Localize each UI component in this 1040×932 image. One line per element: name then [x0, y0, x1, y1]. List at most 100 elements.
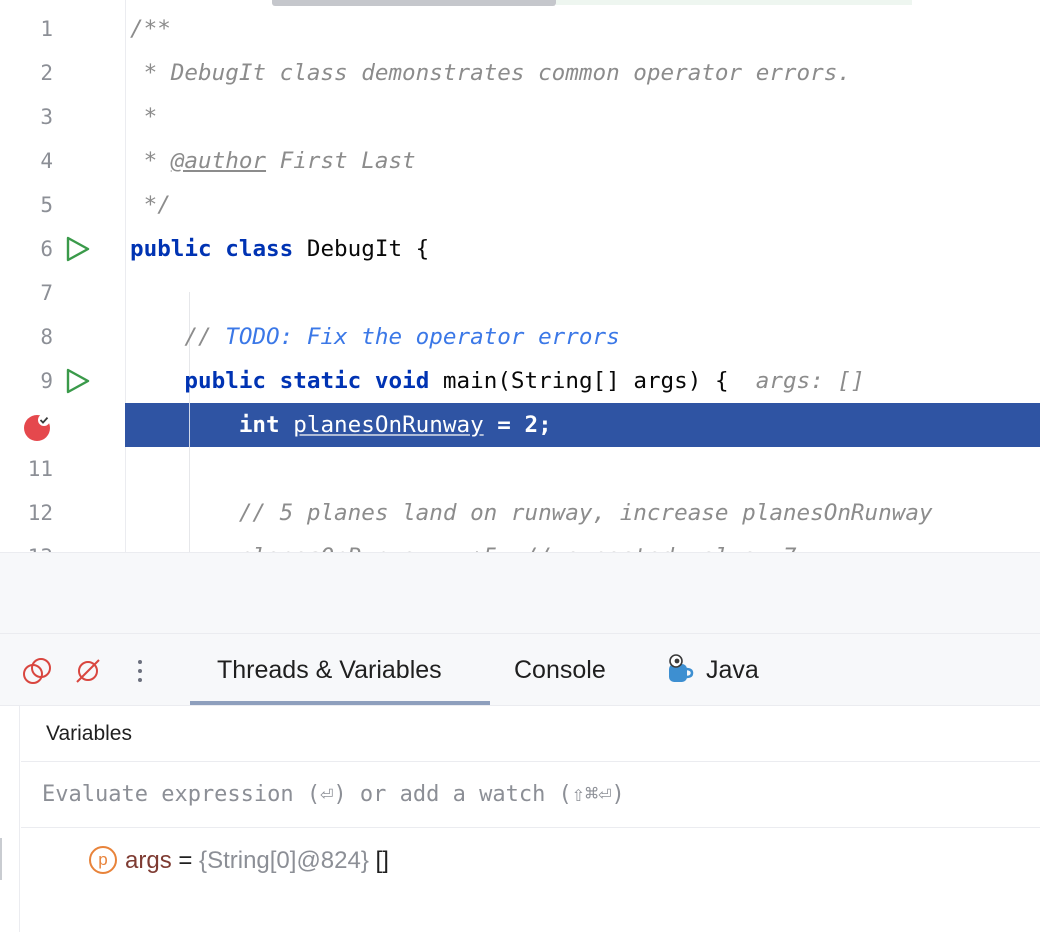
- frames-panel-edge[interactable]: [0, 706, 20, 932]
- variable-type: {String[0]@824}: [199, 847, 369, 874]
- variable-text: args = {String[0]@824} []: [125, 838, 389, 884]
- code-text[interactable]: */: [130, 183, 171, 227]
- breakpoint-icon[interactable]: [22, 412, 54, 442]
- code-token: planesOnRunway: [293, 412, 484, 438]
- line-number: 7: [40, 281, 53, 305]
- code-line[interactable]: 6 public class DebugIt {: [0, 227, 1040, 271]
- line-number: 13: [0, 535, 53, 552]
- code-text[interactable]: * @author First Last: [130, 139, 416, 183]
- code-token: TODO: Fix the operator errors: [225, 324, 620, 350]
- line-number: 6: [40, 237, 53, 261]
- code-token: *: [130, 104, 158, 130]
- java-visualizer-icon: [669, 654, 694, 682]
- code-token: DebugIt {: [293, 236, 430, 262]
- gutter[interactable]: 4: [0, 139, 125, 183]
- code-text[interactable]: // 5 planes land on runway, increase pla…: [130, 491, 933, 535]
- code-line[interactable]: 7: [0, 271, 1040, 315]
- line-number: 11: [27, 457, 53, 481]
- active-tab-indicator: [190, 701, 490, 705]
- gutter[interactable]: 3: [0, 95, 125, 139]
- code-line[interactable]: 2 * DebugIt class demonstrates common op…: [0, 51, 1040, 95]
- code-token: = 2;: [483, 412, 552, 438]
- code-line[interactable]: 3 *: [0, 95, 1040, 139]
- code-token: *: [130, 148, 171, 174]
- code-token: class: [225, 236, 294, 262]
- variable-equals: =: [171, 847, 200, 874]
- gutter[interactable]: 7: [0, 271, 125, 315]
- line-number: 9: [40, 369, 53, 393]
- code-token: // 5 planes land on runway, increase pla…: [130, 500, 933, 526]
- code-text[interactable]: /**: [130, 7, 171, 51]
- view-breakpoints-icon[interactable]: [22, 656, 52, 686]
- gutter[interactable]: 11: [0, 447, 125, 491]
- code-line-current[interactable]: int planesOnRunway = 2;: [0, 403, 1040, 447]
- tab-threads-variables[interactable]: Threads & Variables: [217, 634, 442, 706]
- code-line[interactable]: 11: [0, 447, 1040, 491]
- tab-label: Threads & Variables: [217, 656, 442, 684]
- variable-row[interactable]: p args = {String[0]@824} []: [21, 838, 1040, 884]
- code-token: First Last: [266, 148, 416, 174]
- code-text[interactable]: *: [130, 95, 158, 139]
- line-number: 12: [27, 501, 53, 525]
- code-text[interactable]: * DebugIt class demonstrates common oper…: [130, 51, 851, 95]
- code-line[interactable]: 4 * @author First Last: [0, 139, 1040, 183]
- mute-breakpoints-icon[interactable]: [73, 656, 103, 686]
- code-text[interactable]: planesOnRunway = +5; // expected value: …: [130, 535, 797, 552]
- code-token: @author: [170, 148, 267, 174]
- gutter[interactable]: 5: [0, 183, 125, 227]
- variable-value: []: [368, 847, 389, 874]
- code-line[interactable]: 5 */: [0, 183, 1040, 227]
- code-token: planesOnRunway = +5; // expected value: …: [130, 544, 797, 552]
- variable-name: args: [125, 847, 172, 874]
- code-token: main(String[] args) {: [429, 368, 756, 394]
- variables-header: Variables: [21, 706, 1040, 762]
- code-line[interactable]: 8 // TODO: Fix the operator errors: [0, 315, 1040, 359]
- code-text[interactable]: // TODO: Fix the operator errors: [130, 315, 620, 359]
- gutter[interactable]: 8: [0, 315, 125, 359]
- code-token: int: [238, 412, 280, 438]
- code-token: public: [184, 368, 267, 394]
- line-number: 4: [40, 149, 53, 173]
- code-line[interactable]: 1 /**: [0, 7, 1040, 51]
- code-token: */: [130, 192, 171, 218]
- gutter[interactable]: 12: [0, 491, 125, 535]
- line-number: 2: [40, 61, 53, 85]
- evaluate-placeholder: Evaluate expression (⏎) or add a watch (…: [42, 782, 625, 807]
- code-token: static: [279, 368, 362, 394]
- more-options-icon[interactable]: [125, 656, 155, 686]
- debug-panel-header: [0, 552, 1040, 634]
- evaluate-expression-field[interactable]: Evaluate expression (⏎) or add a watch (…: [21, 762, 1040, 828]
- code-token: void: [374, 368, 430, 394]
- tab-label: Console: [514, 656, 606, 684]
- code-token: /**: [130, 16, 171, 42]
- gutter[interactable]: 2: [0, 51, 125, 95]
- code-line[interactable]: 9 public static void main(String[] args)…: [0, 359, 1040, 403]
- code-line[interactable]: 13 planesOnRunway = +5; // expected valu…: [0, 535, 1040, 552]
- gutter[interactable]: 6: [0, 227, 125, 271]
- gutter[interactable]: [0, 403, 125, 447]
- gutter[interactable]: 1: [0, 7, 125, 51]
- debug-toolbar: Threads & Variables Console Java Visuali…: [0, 634, 1040, 756]
- code-token: * DebugIt class demonstrates common oper…: [130, 60, 851, 86]
- code-editor[interactable]: 1 /** 2 * DebugIt class demonstrates commo…: [0, 0, 1040, 552]
- horizontal-scroll-track[interactable]: [556, 0, 912, 5]
- code-line[interactable]: 12 // 5 planes land on runway, increase …: [0, 491, 1040, 535]
- gutter[interactable]: 9: [0, 359, 125, 403]
- run-gutter-icon[interactable]: [64, 368, 92, 394]
- parameter-icon: p: [89, 846, 117, 874]
- tab-console[interactable]: Console: [514, 634, 606, 706]
- code-text[interactable]: public class DebugIt {: [130, 227, 429, 271]
- variables-title: Variables: [46, 722, 132, 745]
- code-text[interactable]: int planesOnRunway = 2;: [130, 403, 552, 447]
- run-gutter-icon[interactable]: [64, 236, 92, 262]
- code-token: //: [130, 324, 226, 350]
- gutter[interactable]: 13: [0, 535, 125, 552]
- horizontal-scrollbar-thumb[interactable]: [272, 0, 556, 6]
- line-number: 1: [40, 17, 53, 41]
- code-text[interactable]: public static void main(String[] args) {…: [130, 359, 864, 403]
